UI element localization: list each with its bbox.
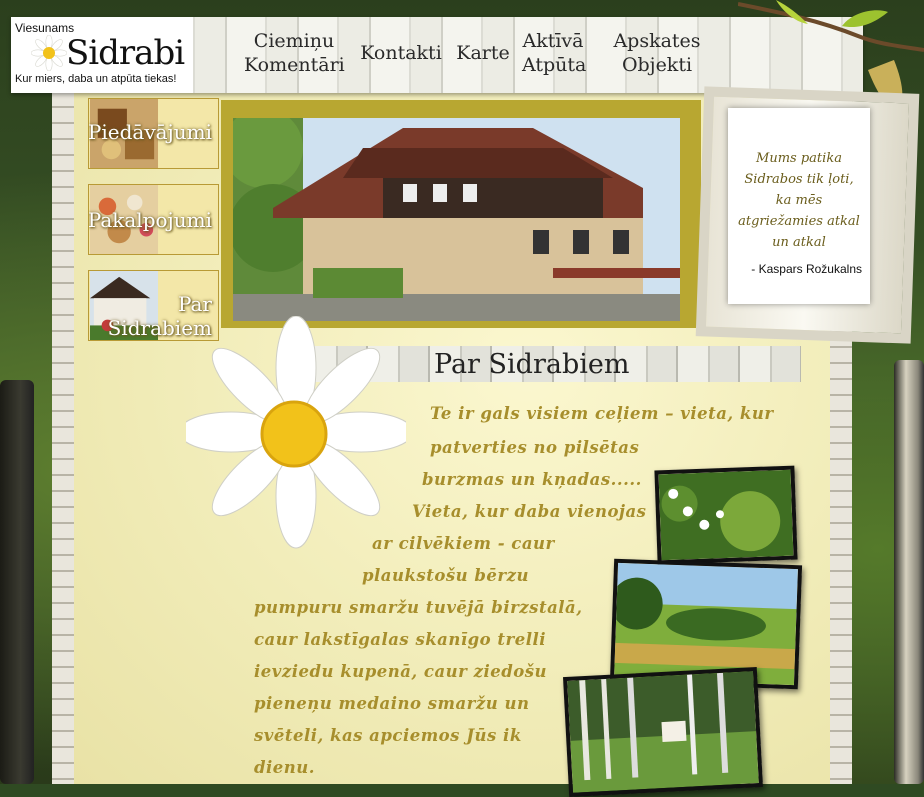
section-title: Par Sidrabiem	[434, 349, 630, 380]
birch-trunk-right	[894, 360, 924, 784]
testimonial-author: - Kaspars Rožukalns	[751, 262, 862, 276]
quote-line: Sidrabos tik ļoti,	[744, 172, 854, 187]
about-text-line: ievziedu kupenā, caur ziedošu	[254, 662, 548, 681]
nav-item-contacts[interactable]: Kontakti	[358, 41, 444, 65]
testimonial-text: Mums patika Sidrabos tik ļoti, ka mēs at…	[728, 148, 870, 253]
nav-item-guest-comments[interactable]: Ciemiņu Komentāri	[244, 29, 345, 77]
header-bar: Viesunams Sidrabi Kur miers, daba un atp…	[11, 17, 863, 93]
about-text-line: Te ir gals visiem ceļiem – vieta, kur	[430, 404, 774, 423]
about-text-line: svēteli, kas apciemos Jūs ik	[254, 726, 522, 745]
birch-grove-photo-image	[567, 671, 759, 793]
nav-item-sights[interactable]: Apskates Objekti	[600, 29, 714, 77]
about-text-line: pieneņu medaino smaržu un	[254, 694, 530, 713]
nav-item-label: Ciemiņu	[253, 30, 335, 52]
quote-line: un atkal	[772, 235, 826, 250]
nav-item-label: Komentāri	[244, 54, 345, 76]
nav-item-label: Atpūta	[522, 54, 587, 76]
menu-offers-label: Piedāvājumi	[88, 120, 212, 144]
about-text-line: pumpuru smaržu tuvējā birzstalā,	[254, 598, 583, 617]
birch-grove-photo[interactable]	[562, 667, 764, 797]
nav-item-label: Aktīvā	[522, 30, 584, 52]
logo-tagline: Kur miers, daba un atpūta tiekas!	[15, 73, 177, 85]
nav-item-label: Apskates	[613, 30, 701, 52]
quote-line: Mums patika	[756, 151, 842, 166]
nav-item-label: Karte	[456, 42, 510, 64]
testimonial-card: Mums patika Sidrabos tik ļoti, ka mēs at…	[728, 108, 870, 304]
nav-item-map[interactable]: Karte	[456, 41, 510, 65]
about-text-line: plaukstošu bērzu	[362, 566, 529, 585]
meadow-photo-image	[610, 562, 798, 686]
logo-name: Sidrabi	[66, 33, 185, 73]
daisy-logo-icon	[31, 35, 67, 71]
about-text-line: caur lakstīgalas skanīgo trelli	[254, 630, 547, 649]
about-text-line: patverties no pilsētas	[430, 438, 640, 457]
quote-line: ka mēs	[775, 193, 823, 208]
about-text-line: burzmas un kņadas.....	[422, 470, 642, 489]
menu-about-label-1: Par	[177, 292, 212, 316]
nav-item-active-leisure[interactable]: Aktīvā Atpūta	[522, 29, 587, 77]
menu-services[interactable]: Pakalpojumi	[88, 184, 219, 255]
about-text-line: Vieta, kur daba vienojas	[412, 502, 647, 521]
flowers-photo[interactable]	[654, 465, 798, 565]
flowers-photo-image	[658, 469, 794, 561]
brick-border-left	[52, 92, 74, 784]
menu-offers[interactable]: Piedāvājumi	[88, 98, 219, 169]
quote-line: atgriežamies atkal	[738, 214, 860, 229]
about-text-line: ar cilvēkiem - caur	[372, 534, 555, 553]
nav-item-label: Kontakti	[360, 42, 442, 64]
guesthouse-photo	[233, 118, 680, 321]
site-logo[interactable]: Viesunams Sidrabi Kur miers, daba un atp…	[11, 17, 193, 93]
nav-item-label: Objekti	[621, 54, 693, 76]
menu-services-label: Pakalpojumi	[88, 208, 212, 232]
birch-branch-decoration	[738, 0, 924, 100]
about-text-line: dienu.	[254, 758, 316, 777]
tree-trunk-left	[0, 380, 34, 784]
